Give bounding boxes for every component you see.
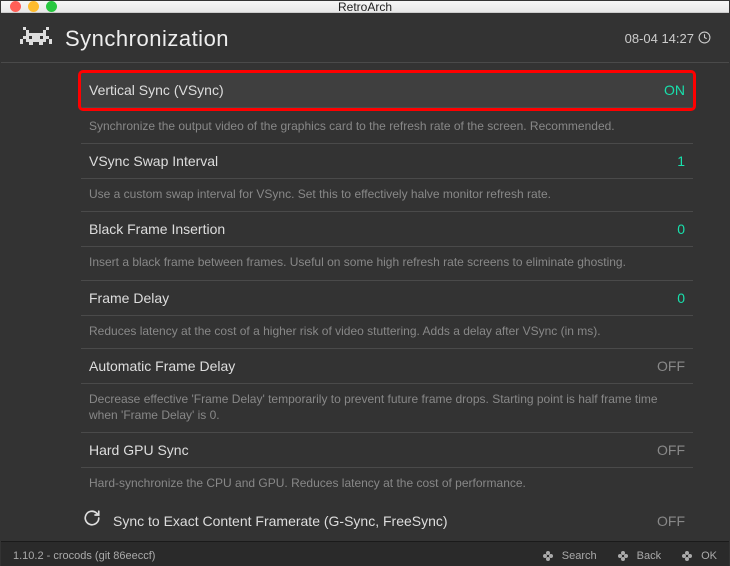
setting-automatic-frame-delay[interactable]: Automatic Frame Delay OFF (81, 349, 693, 384)
setting-desc: Insert a black frame between frames. Use… (81, 247, 693, 280)
setting-label: Automatic Frame Delay (89, 358, 235, 374)
footer-actions: Search Back OK (540, 550, 717, 562)
window-title: RetroArch (1, 0, 729, 14)
setting-black-frame-insertion[interactable]: Black Frame Insertion 0 (81, 212, 693, 247)
ok-label: OK (701, 550, 717, 562)
setting-value: OFF (657, 358, 685, 374)
setting-frame-delay[interactable]: Frame Delay 0 (81, 281, 693, 316)
version-text: 1.10.2 - crocods (git 86eeccf) (13, 550, 155, 562)
setting-desc: Hard-synchronize the CPU and GPU. Reduce… (81, 468, 693, 500)
setting-value: 0 (677, 290, 685, 306)
setting-vsync-swap-interval[interactable]: VSync Swap Interval 1 (81, 144, 693, 179)
back-button[interactable]: Back (615, 550, 661, 562)
setting-value: 0 (677, 221, 685, 237)
setting-label: VSync Swap Interval (89, 153, 218, 169)
setting-value: 1 (677, 153, 685, 169)
datetime: 08-04 14:27 (625, 31, 711, 47)
setting-sync-exact-framerate[interactable]: Sync to Exact Content Framerate (G-Sync,… (81, 500, 693, 541)
page-title: Synchronization (65, 26, 229, 52)
setting-vsync[interactable]: Vertical Sync (VSync) ON (81, 73, 693, 108)
refresh-icon (83, 509, 101, 532)
window: RetroArch Synchronization 08-04 14:27 (0, 0, 730, 566)
gamepad-icon (615, 550, 631, 562)
app: Synchronization 08-04 14:27 Vertical Syn… (1, 13, 729, 566)
footer: 1.10.2 - crocods (git 86eeccf) Search Ba… (1, 541, 729, 566)
invader-icon (19, 25, 53, 52)
setting-label: Hard GPU Sync (89, 442, 189, 458)
search-button[interactable]: Search (540, 550, 597, 562)
settings-list: Vertical Sync (VSync) ON Synchronize the… (1, 63, 729, 541)
header: Synchronization 08-04 14:27 (1, 13, 729, 63)
setting-value: OFF (657, 442, 685, 458)
setting-label: Sync to Exact Content Framerate (G-Sync,… (113, 513, 448, 529)
setting-hard-gpu-sync[interactable]: Hard GPU Sync OFF (81, 433, 693, 468)
ok-button[interactable]: OK (679, 550, 717, 562)
setting-label: Black Frame Insertion (89, 221, 225, 237)
setting-label: Vertical Sync (VSync) (89, 82, 224, 98)
setting-desc: Decrease effective 'Frame Delay' tempora… (81, 384, 693, 433)
setting-label: Frame Delay (89, 290, 169, 306)
setting-value: OFF (657, 513, 685, 529)
search-label: Search (562, 550, 597, 562)
setting-desc: Use a custom swap interval for VSync. Se… (81, 179, 693, 212)
titlebar: RetroArch (1, 1, 729, 13)
setting-value: ON (664, 82, 685, 98)
setting-desc: Synchronize the output video of the grap… (81, 111, 693, 144)
setting-desc: Reduces latency at the cost of a higher … (81, 316, 693, 349)
gamepad-icon (540, 550, 556, 562)
gamepad-icon (679, 550, 695, 562)
datetime-text: 08-04 14:27 (625, 31, 694, 46)
back-label: Back (637, 550, 661, 562)
clock-icon (698, 31, 711, 47)
